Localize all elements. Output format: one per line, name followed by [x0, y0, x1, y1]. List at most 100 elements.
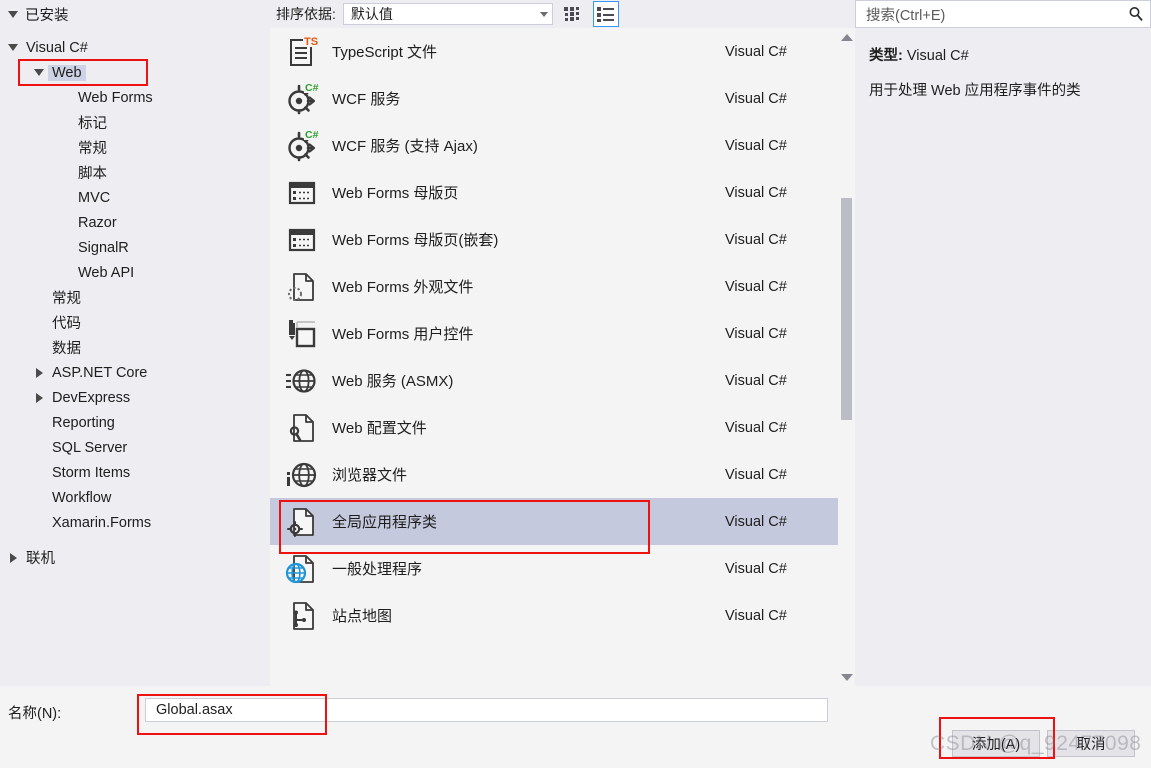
- chevron-right-icon[interactable]: [4, 552, 22, 563]
- template-icon: [280, 597, 324, 635]
- tree-item-xamarin-forms[interactable]: Xamarin.Forms: [0, 510, 270, 535]
- sort-by-label: 排序依据:: [276, 6, 336, 22]
- tree-item-[interactable]: 常规: [0, 135, 270, 160]
- tree-item-signalr[interactable]: SignalR: [0, 235, 270, 260]
- tree-item-[interactable]: 常规: [0, 285, 270, 310]
- template-language: Visual C#: [725, 607, 787, 624]
- template-list-row[interactable]: 一般处理程序 Visual C#: [270, 545, 855, 592]
- template-list-row[interactable]: Web Forms 外观文件 Visual C#: [270, 263, 855, 310]
- sitemap-icon: [293, 601, 314, 630]
- svg-text:C#: C#: [305, 129, 319, 141]
- search-icon: [1129, 7, 1143, 21]
- tree-item-reporting[interactable]: Reporting: [0, 410, 270, 435]
- template-name: Web Forms 用户控件: [332, 326, 474, 343]
- tree-item-[interactable]: 脚本: [0, 160, 270, 185]
- tree-item-label: Razor: [78, 214, 117, 231]
- tree-item-label: DevExpress: [52, 389, 131, 406]
- chevron-down-icon: [539, 11, 548, 17]
- tree-item-web[interactable]: Web: [0, 60, 270, 85]
- tree-item-[interactable]: 数据: [0, 335, 270, 360]
- template-name: 站点地图: [332, 608, 393, 625]
- search-input[interactable]: 搜索(Ctrl+E): [866, 4, 1128, 25]
- chevron-right-icon[interactable]: [30, 392, 48, 403]
- template-icon: [280, 315, 324, 353]
- template-list-row[interactable]: 站点地图 Visual C#: [270, 592, 855, 639]
- tree-item-workflow[interactable]: Workflow: [0, 485, 270, 510]
- template-list-row[interactable]: 浏览器文件 Visual C#: [270, 451, 855, 498]
- tree-item-razor[interactable]: Razor: [0, 210, 270, 235]
- scroll-down-button[interactable]: [838, 670, 855, 684]
- toolbar: 已安装 排序依据: 默认值 搜索(Ctrl+E): [0, 0, 1151, 28]
- template-name: Web 服务 (ASMX): [332, 373, 454, 390]
- template-icon: C#: [280, 80, 324, 118]
- chevron-down-icon[interactable]: [4, 44, 22, 51]
- template-name: Web 配置文件: [332, 420, 427, 437]
- installed-label: 已安装: [25, 7, 69, 24]
- list-scrollbar[interactable]: [838, 28, 855, 686]
- tree-item-label: Web: [48, 64, 86, 81]
- tree-item-asp-net-core[interactable]: ASP.NET Core: [0, 360, 270, 385]
- template-list-row[interactable]: Web Forms 母版页(嵌套) Visual C#: [270, 216, 855, 263]
- grid-view-button[interactable]: [560, 1, 586, 27]
- template-list-row[interactable]: Web 服务 (ASMX) Visual C#: [270, 357, 855, 404]
- search-box[interactable]: 搜索(Ctrl+E): [855, 0, 1151, 28]
- chevron-up-icon: [840, 34, 853, 41]
- web-config-icon: [289, 413, 314, 442]
- template-icon: [280, 503, 324, 541]
- detail-type-row: 类型: Visual C#: [869, 44, 1139, 65]
- template-list-row[interactable]: C# WCF 服务 Visual C#: [270, 75, 855, 122]
- tree-item-label: Workflow: [52, 489, 112, 506]
- user-control-icon: [289, 319, 316, 347]
- scroll-up-button[interactable]: [838, 34, 855, 41]
- search-area: 搜索(Ctrl+E): [855, 0, 1151, 28]
- template-list-row[interactable]: Web Forms 母版页 Visual C#: [270, 169, 855, 216]
- template-list-row[interactable]: TS TypeScript 文件 Visual C#: [270, 28, 855, 75]
- template-list-row[interactable]: Web 配置文件 Visual C#: [270, 404, 855, 451]
- tree-item-storm-items[interactable]: Storm Items: [0, 460, 270, 485]
- tree-group-spacer: [0, 535, 270, 545]
- template-list-row[interactable]: Web Forms 用户控件 Visual C#: [270, 310, 855, 357]
- dialog-body: Visual C# Web Web Forms 标记 常规 脚本 MVC Razor Signa…: [0, 28, 1151, 686]
- tree-item-visual-c[interactable]: Visual C#: [0, 35, 270, 60]
- tree-item-[interactable]: 标记: [0, 110, 270, 135]
- tree-item-label: 常规: [78, 141, 107, 157]
- chevron-right-icon[interactable]: [30, 367, 48, 378]
- tree-item-[interactable]: 代码: [0, 310, 270, 335]
- tree-item-mvc[interactable]: MVC: [0, 185, 270, 210]
- detail-description: 用于处理 Web 应用程序事件的类: [869, 83, 1081, 99]
- add-button[interactable]: 添加(A): [952, 730, 1040, 757]
- tree-item-web-forms[interactable]: Web Forms: [0, 85, 270, 110]
- tree-item-label: Web API: [78, 264, 135, 281]
- template-list-row[interactable]: C# WCF 服务 (支持 Ajax) Visual C#: [270, 122, 855, 169]
- template-icon: TS: [280, 33, 324, 71]
- tree-item-label: Xamarin.Forms: [52, 514, 152, 531]
- name-label: 名称(N):: [8, 706, 62, 722]
- tree-item-label: 代码: [52, 316, 81, 332]
- template-list-row[interactable]: 全局应用程序类 Visual C#: [270, 498, 855, 545]
- sort-by-select[interactable]: 默认值: [342, 3, 553, 25]
- installed-header: 已安装: [0, 0, 270, 28]
- template-icon: [280, 550, 324, 588]
- list-view-button[interactable]: [592, 1, 619, 27]
- chevron-down-icon: [840, 673, 853, 681]
- scrollbar-thumb[interactable]: [841, 198, 852, 420]
- add-new-item-dialog: 已安装 排序依据: 默认值 搜索(Ctrl+E) Visual C# Web W…: [0, 0, 1151, 768]
- svg-text:C#: C#: [305, 82, 319, 94]
- tree-item-devexpress[interactable]: DevExpress: [0, 385, 270, 410]
- tree-item-[interactable]: 联机: [0, 545, 270, 570]
- tree-item-sql-server[interactable]: SQL Server: [0, 435, 270, 460]
- name-input[interactable]: Global.asax: [145, 698, 828, 722]
- template-icon: [280, 221, 324, 259]
- template-language: Visual C#: [725, 513, 787, 530]
- chevron-down-icon[interactable]: [30, 69, 48, 76]
- template-name: Web Forms 母版页: [332, 185, 459, 202]
- cancel-button[interactable]: 取消: [1047, 730, 1135, 757]
- installed-root[interactable]: 已安装: [8, 4, 69, 25]
- template-language: Visual C#: [725, 560, 787, 577]
- template-name: WCF 服务: [332, 91, 401, 108]
- template-language: Visual C#: [725, 466, 787, 483]
- template-language: Visual C#: [725, 325, 787, 342]
- template-icon: [280, 362, 324, 400]
- tree-item-web-api[interactable]: Web API: [0, 260, 270, 285]
- template-icon: [280, 268, 324, 306]
